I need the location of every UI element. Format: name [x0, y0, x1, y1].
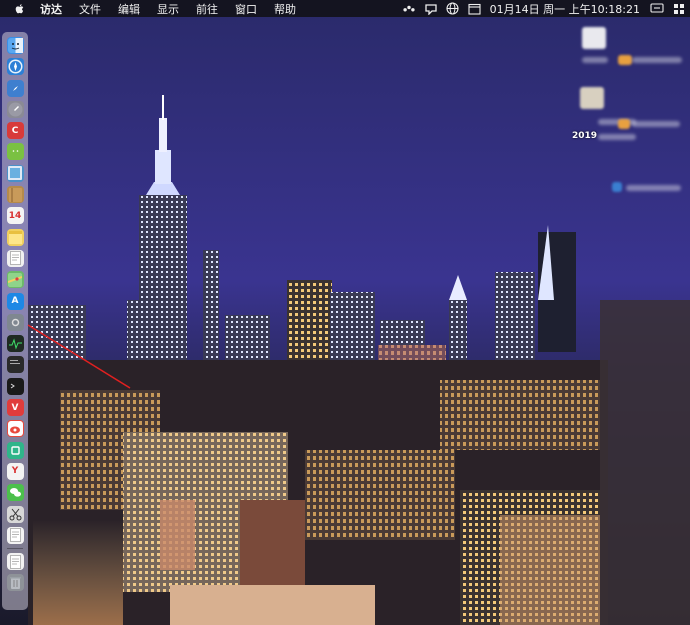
- dock-app-yandex[interactable]: Y: [6, 462, 24, 480]
- dock-app-trash[interactable]: [6, 574, 24, 592]
- safari-icon: [8, 59, 23, 74]
- menu-view[interactable]: 显示: [157, 1, 179, 17]
- desktop-app-label: [626, 185, 681, 191]
- desktop-folder-icon[interactable]: [618, 55, 632, 65]
- apple-logo-icon[interactable]: [14, 3, 26, 15]
- dock-app-activity-monitor[interactable]: [6, 335, 24, 353]
- desktop-image-icon[interactable]: [580, 87, 604, 109]
- sticky-notes-icon: [8, 230, 22, 244]
- dock-app-launchpad[interactable]: [6, 100, 24, 118]
- vivaldi-icon: V: [11, 402, 19, 413]
- desktop-folder-label-2: [632, 121, 680, 127]
- dock-app-safari-compass[interactable]: [6, 79, 24, 97]
- dock-app-maps[interactable]: [6, 271, 24, 289]
- globe-icon[interactable]: [446, 2, 460, 15]
- dock-divider: [7, 547, 23, 549]
- dock-app-system-preferences[interactable]: [6, 313, 24, 331]
- desktop-icons-area: 2019 54: [570, 2, 690, 625]
- desktop-item-year-label: 2019: [572, 131, 598, 141]
- compass-icon: [8, 81, 23, 96]
- dock-app-vivaldi[interactable]: V: [6, 399, 24, 417]
- dock-app-android-studio[interactable]: [6, 143, 24, 161]
- desktop-file-label: [582, 57, 608, 63]
- dock-app-weibo[interactable]: [6, 420, 24, 438]
- calendar-icon[interactable]: [468, 3, 482, 15]
- dock-app-calendar[interactable]: 14: [6, 207, 24, 225]
- menu-edit[interactable]: 编辑: [118, 1, 140, 17]
- desktop-folder-label: [632, 57, 682, 63]
- dock-app-app-store[interactable]: A: [6, 292, 24, 310]
- calendar-icon: 14: [8, 210, 22, 221]
- map-icon: [8, 272, 22, 287]
- dock-app-safari[interactable]: [6, 58, 24, 76]
- desktop-file-icon[interactable]: [582, 27, 606, 49]
- weibo-icon: [7, 421, 23, 437]
- desktop-item-caption: [598, 134, 636, 140]
- dock-app-textedit[interactable]: [6, 249, 24, 267]
- scissors-icon: [8, 507, 23, 522]
- dock-app-downloads[interactable]: [6, 553, 24, 571]
- menu-app-name[interactable]: 访达: [40, 1, 62, 17]
- dock-app-notes-brown[interactable]: [6, 186, 24, 204]
- dock-app-scissors-tool[interactable]: [6, 505, 24, 523]
- app-grid-icon[interactable]: [672, 3, 686, 15]
- text-document-icon: [9, 251, 21, 266]
- dock-app-document[interactable]: [6, 526, 24, 544]
- dock-app-terminal[interactable]: [6, 377, 24, 395]
- airplay-icon[interactable]: [650, 2, 664, 15]
- dock-app-netease-music[interactable]: C: [6, 122, 24, 140]
- dock: C 14 A V Y: [2, 32, 28, 610]
- android-icon: [8, 144, 23, 159]
- control-dots-icon[interactable]: [402, 3, 416, 15]
- dock-app-console[interactable]: [6, 356, 24, 374]
- menu-go[interactable]: 前往: [196, 1, 218, 17]
- menu-file[interactable]: 文件: [79, 1, 101, 17]
- finder-icon: [7, 38, 23, 53]
- trash-icon: [8, 575, 23, 590]
- dock-app-wechat[interactable]: [6, 484, 24, 502]
- iqiyi-icon: [7, 442, 23, 458]
- preview-icon: [8, 166, 22, 181]
- desktop-app-icon[interactable]: [612, 182, 622, 192]
- document-icon: [9, 528, 21, 543]
- dock-app-finder[interactable]: [6, 37, 24, 54]
- dock-app-stickies[interactable]: [6, 228, 24, 246]
- app-store-icon: A: [11, 296, 19, 307]
- file-icon: [9, 554, 21, 569]
- yandex-icon: Y: [11, 466, 19, 477]
- terminal-icon: [7, 378, 23, 394]
- dock-app-preview[interactable]: [6, 164, 24, 182]
- rocket-icon: [8, 102, 23, 117]
- menu-window[interactable]: 窗口: [235, 1, 257, 17]
- notification-icon[interactable]: [424, 3, 438, 15]
- notebook-icon: [8, 187, 22, 202]
- menu-bar: 访达 文件 编辑 显示 前往 窗口 帮助 01月14日 周一 上午10:18:2…: [0, 0, 690, 17]
- desktop-folder-icon-2[interactable]: [618, 119, 630, 129]
- activity-monitor-icon: [7, 336, 23, 352]
- dock-app-iqiyi[interactable]: [6, 441, 24, 459]
- wechat-icon: [7, 485, 23, 501]
- clock-text[interactable]: 01月14日 周一 上午10:18:21: [490, 1, 640, 17]
- menu-help[interactable]: 帮助: [274, 1, 296, 17]
- gear-icon: [8, 315, 23, 330]
- console-icon: [7, 357, 23, 373]
- desktop-image-label: [598, 119, 636, 125]
- music-icon: C: [11, 125, 19, 136]
